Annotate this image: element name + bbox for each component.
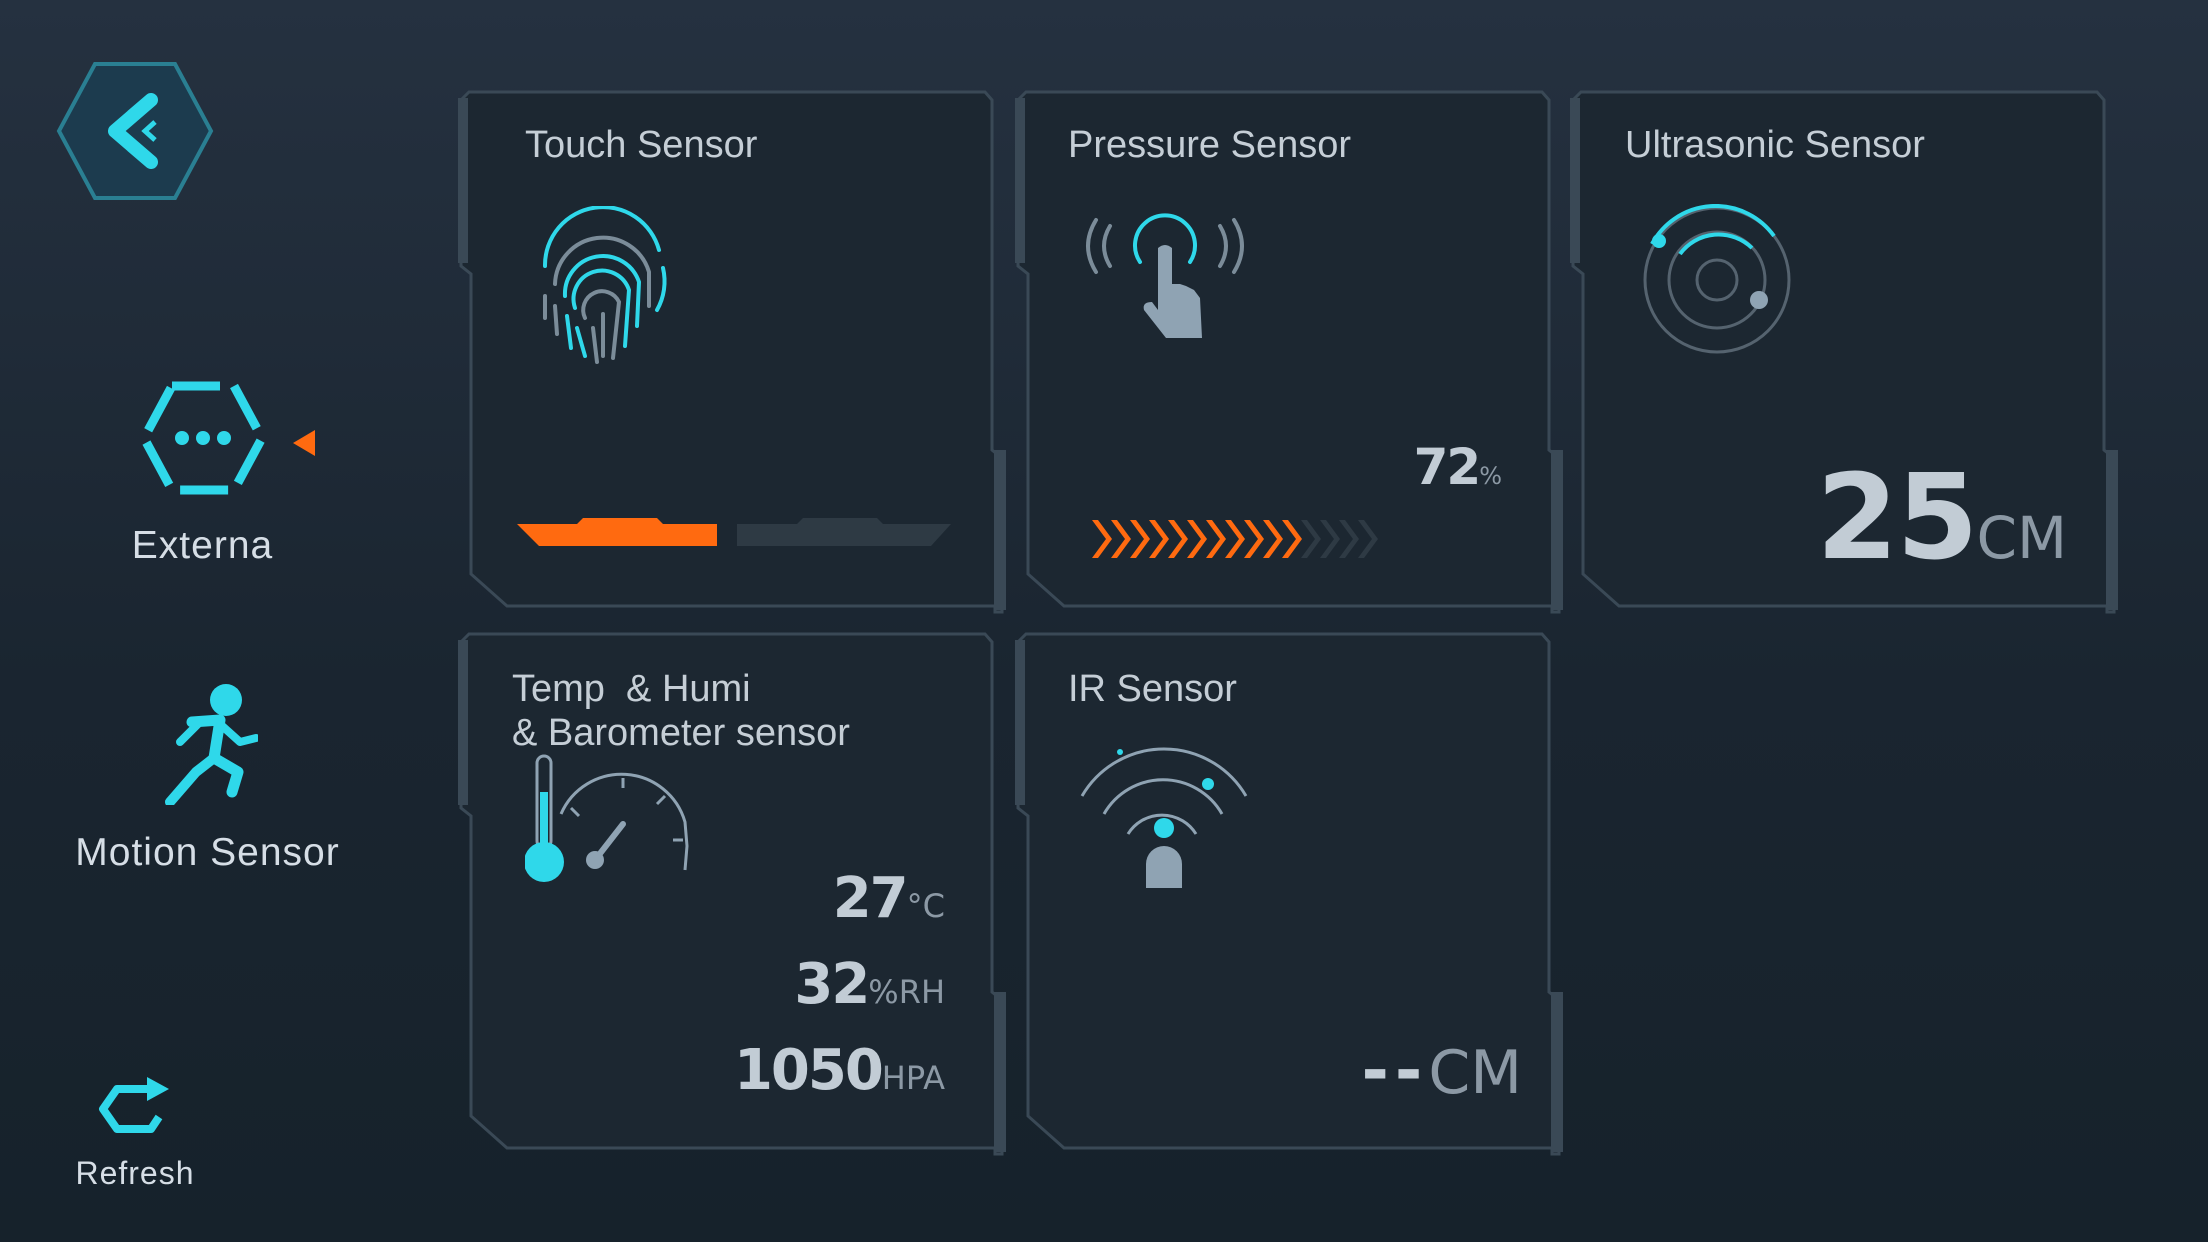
humidity-number: 32 — [794, 952, 870, 1017]
ir-value: --CM — [1362, 1032, 1522, 1109]
card-title-line2: & Barometer sensor — [512, 711, 850, 754]
ultrasonic-value: 25CM — [1816, 448, 2067, 586]
card-title: Pressure Sensor — [1068, 124, 1352, 166]
pressure-chevron — [1244, 520, 1264, 558]
ir-unit: CM — [1428, 1038, 1522, 1108]
pressure-chevron — [1111, 520, 1131, 558]
card-title: Temp & Humi & Barometer sensor — [512, 668, 850, 755]
sidebar-item-externa[interactable]: Externa — [100, 380, 305, 568]
temp-humi-baro-card[interactable]: Temp & Humi & Barometer sensor 27°C 32%R… — [455, 630, 1010, 1158]
pressure-chevron — [1301, 520, 1321, 558]
press-hand-icon — [1086, 213, 1244, 338]
touch-sensor-card[interactable]: Touch Sensor — [455, 88, 1010, 616]
ultrasonic-sensor-card[interactable]: Ultrasonic Sensor 25CM — [1567, 88, 2122, 616]
card-title: Touch Sensor — [525, 124, 758, 166]
card-title-line1: Temp & Humi — [512, 668, 751, 710]
pressure-sensor-card[interactable]: Pressure Sensor 72% — [1012, 88, 1567, 616]
back-button[interactable] — [55, 60, 215, 202]
back-arrow-hexagon-icon — [56, 62, 214, 200]
thermometer-gauge-icon — [525, 754, 689, 882]
ir-number: -- — [1361, 1032, 1429, 1109]
pressure-baro-unit: HPA — [881, 1059, 945, 1097]
card-title: Ultrasonic Sensor — [1625, 124, 1925, 166]
pressure-chevron — [1149, 520, 1169, 558]
sidebar-item-motion-sensor[interactable]: Motion Sensor — [50, 680, 365, 875]
selected-indicator-icon — [293, 430, 315, 456]
running-person-icon — [164, 684, 258, 805]
ultrasonic-unit: CM — [1976, 504, 2067, 572]
pressure-baro-value: 1050HPA — [734, 1038, 945, 1103]
pressure-number: 72 — [1413, 438, 1482, 496]
pressure-baro-number: 1050 — [733, 1038, 884, 1103]
sidebar-item-label: Externa — [131, 524, 274, 567]
hexagon-dots-icon — [138, 381, 267, 495]
refresh-icon — [99, 1077, 169, 1133]
pressure-chevron — [1339, 520, 1359, 558]
touch-state-bar — [517, 518, 951, 546]
pressure-chevron — [1092, 520, 1112, 558]
temperature-unit: °C — [906, 887, 945, 925]
temperature-number: 27 — [832, 866, 909, 931]
ir-sensor-card[interactable]: IR Sensor --CM — [1012, 630, 1567, 1158]
pressure-chevron — [1358, 520, 1378, 558]
fingerprint-icon — [542, 206, 667, 364]
refresh-button[interactable]: Refresh — [60, 1075, 210, 1192]
pressure-chevron — [1320, 520, 1340, 558]
temperature-value: 27°C — [833, 866, 945, 931]
pressure-chevron — [1263, 520, 1283, 558]
pressure-chevron — [1206, 520, 1226, 558]
ultrasonic-number: 25 — [1816, 448, 1978, 586]
pressure-value: 72% — [1414, 438, 1502, 496]
pressure-unit: % — [1479, 462, 1502, 490]
humidity-value: 32%RH — [794, 952, 945, 1017]
sidebar-item-label: Motion Sensor — [75, 831, 340, 874]
pressure-chevron — [1130, 520, 1150, 558]
humidity-unit: %RH — [868, 973, 945, 1011]
radar-icon — [1643, 204, 1791, 354]
pressure-chevron — [1168, 520, 1188, 558]
pressure-chevron — [1282, 520, 1302, 558]
ir-signal-icon — [1080, 747, 1248, 888]
pressure-level-bar — [1092, 520, 1378, 558]
refresh-label: Refresh — [75, 1155, 195, 1191]
pressure-chevron — [1187, 520, 1207, 558]
card-title: IR Sensor — [1068, 668, 1237, 710]
pressure-chevron — [1225, 520, 1245, 558]
